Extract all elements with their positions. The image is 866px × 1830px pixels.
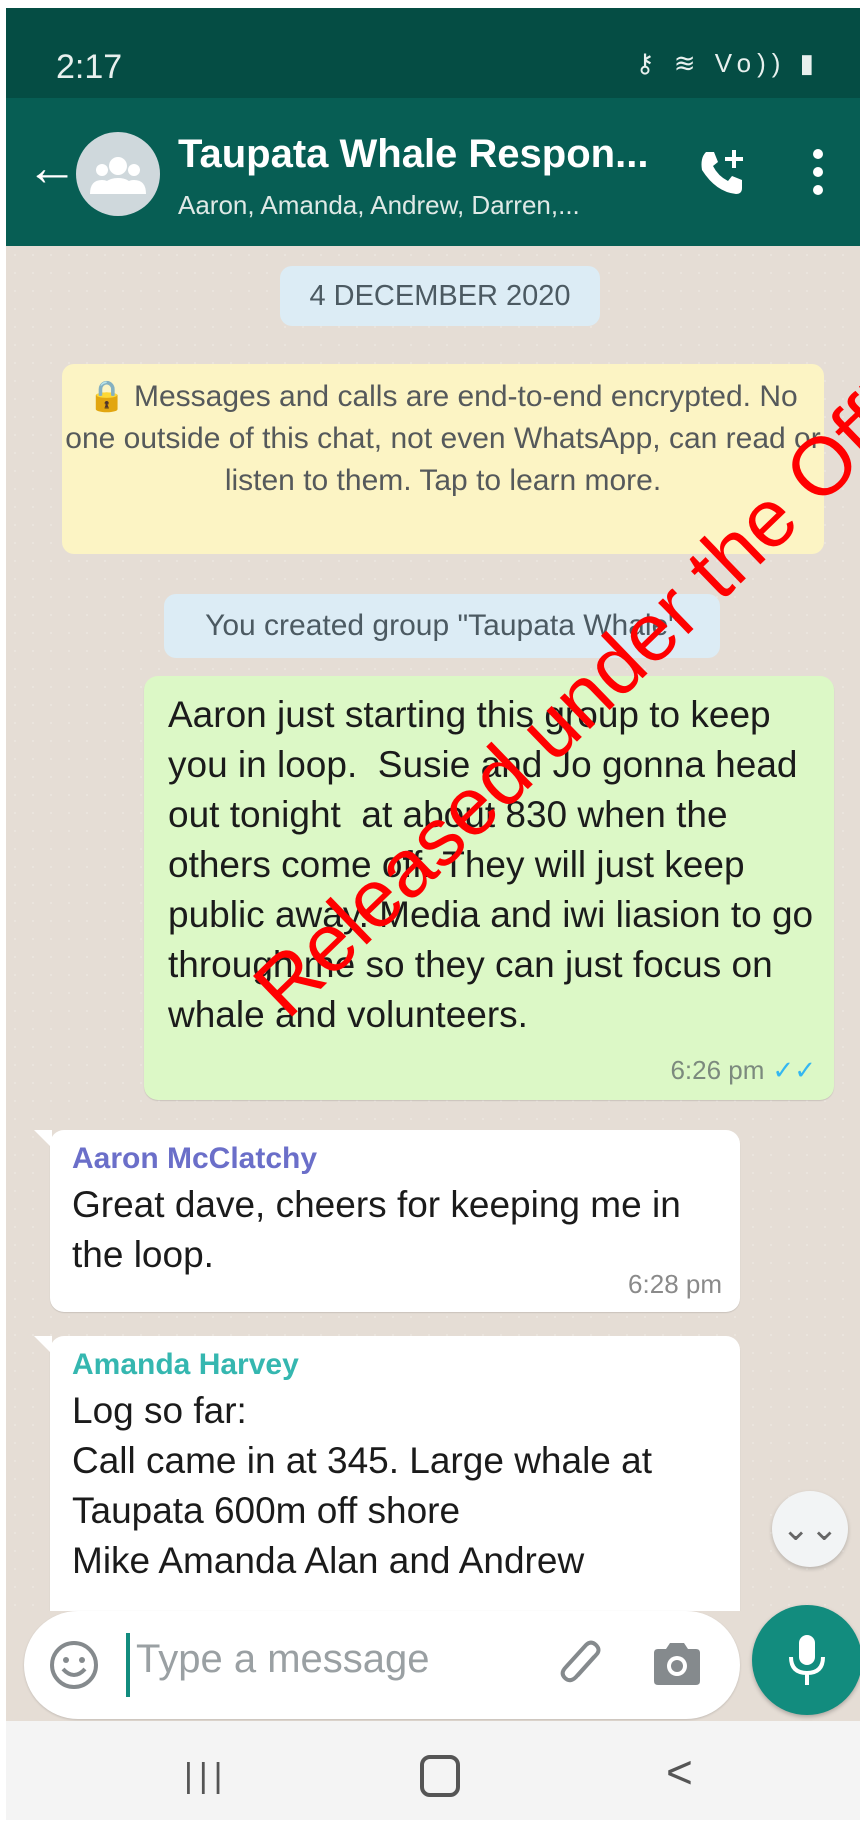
phone-screen: 2:17 ⚷ ≋ Vo)) ▮ ← Taupata Whale Respon..… xyxy=(6,8,860,1820)
add-call-icon[interactable] xyxy=(696,146,748,198)
message-time: 6:26 pm xyxy=(670,1055,765,1085)
composer-bar: Type a message xyxy=(6,1605,860,1721)
encryption-notice[interactable]: 🔒 Messages and calls are end-to-end encr… xyxy=(62,364,824,554)
text-caret xyxy=(126,1633,130,1697)
message-meta: 6:26 pm ✓✓ xyxy=(670,1055,816,1086)
message-input-box[interactable]: Type a message xyxy=(24,1611,740,1719)
status-time: 2:17 xyxy=(56,48,123,86)
message-list[interactable]: 4 DECEMBER 2020 🔒 Messages and calls are… xyxy=(6,246,860,1611)
date-divider: 4 DECEMBER 2020 xyxy=(280,266,600,326)
incoming-message[interactable]: Amanda Harvey Log so far: Call came in a… xyxy=(34,1336,740,1611)
message-time: 6:28 pm xyxy=(628,1269,722,1299)
chat-participants[interactable]: Aaron, Amanda, Andrew, Darren,... xyxy=(178,190,580,221)
status-bar: 2:17 ⚷ ≋ Vo)) ▮ xyxy=(6,8,860,98)
emoji-icon[interactable] xyxy=(48,1639,100,1691)
back-arrow-icon[interactable]: ← xyxy=(26,142,78,194)
recents-button[interactable]: ||| xyxy=(184,1757,229,1796)
message-text: Great dave, cheers for keeping me in the… xyxy=(72,1184,692,1275)
attach-icon[interactable] xyxy=(556,1637,608,1693)
camera-icon[interactable] xyxy=(650,1639,704,1689)
outgoing-message[interactable]: Aaron just starting this group to keep y… xyxy=(144,676,834,1100)
scroll-to-bottom-button[interactable]: ⌄⌄ xyxy=(772,1491,848,1567)
message-sender[interactable]: Aaron McClatchy xyxy=(72,1142,720,1176)
bubble-tail xyxy=(34,1130,52,1148)
bubble-tail xyxy=(34,1336,52,1354)
system-nav-bar: ||| < xyxy=(6,1721,860,1820)
read-receipt-icon: ✓✓ xyxy=(772,1055,816,1085)
group-icon xyxy=(90,157,146,194)
message-text: Log so far: Call came in at 345. Large w… xyxy=(72,1390,653,1581)
more-options-icon[interactable] xyxy=(812,146,824,198)
status-icons: ⚷ ≋ Vo)) ▮ xyxy=(635,48,820,78)
microphone-icon xyxy=(789,1635,825,1685)
message-text: Aaron just starting this group to keep y… xyxy=(168,694,824,1035)
chat-title[interactable]: Taupata Whale Respon... xyxy=(178,132,648,177)
home-button[interactable] xyxy=(420,1755,460,1797)
group-avatar[interactable] xyxy=(76,132,160,216)
back-button[interactable]: < xyxy=(666,1745,693,1799)
message-input[interactable]: Type a message xyxy=(136,1637,430,1682)
system-message: You created group "Taupata Whale" xyxy=(164,594,720,658)
voice-message-button[interactable] xyxy=(752,1605,860,1715)
chat-header: ← Taupata Whale Respon... Aaron, Amanda,… xyxy=(6,98,860,246)
message-sender[interactable]: Amanda Harvey xyxy=(72,1348,720,1382)
incoming-message[interactable]: Aaron McClatchy Great dave, cheers for k… xyxy=(34,1130,740,1312)
